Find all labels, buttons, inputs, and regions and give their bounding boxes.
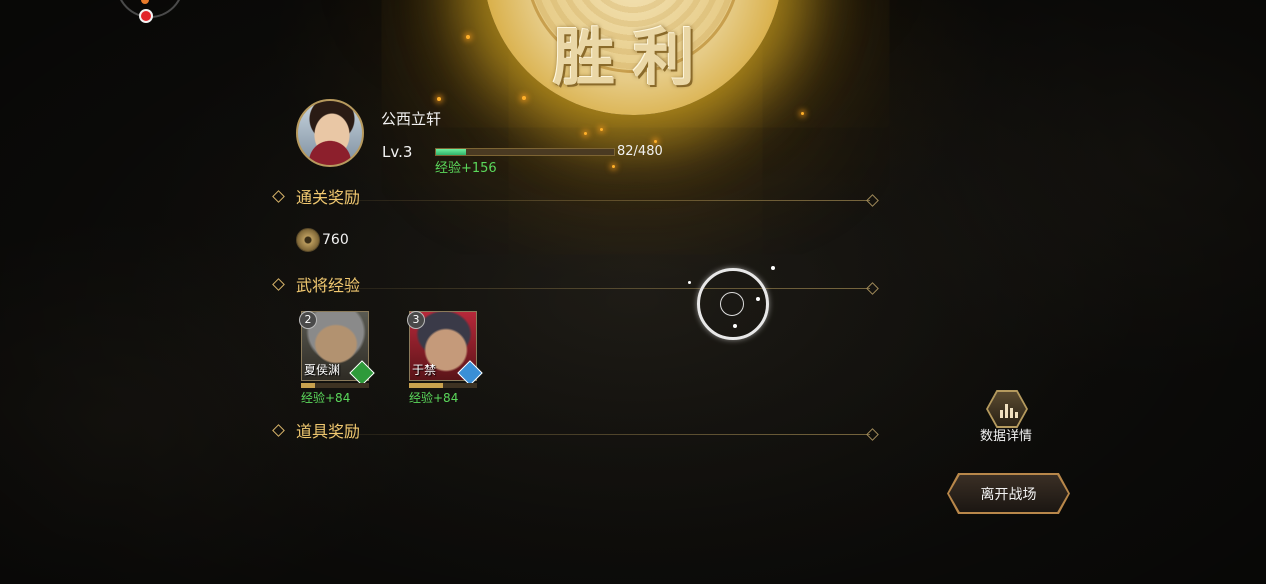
ring-sparkle: [756, 297, 760, 301]
hero-name: 夏侯渊: [304, 363, 341, 377]
hero-exp-gain: 经验+84: [301, 391, 351, 405]
hero-exp-bar: [409, 383, 477, 388]
player-name: 公西立轩: [381, 110, 442, 128]
section-divider: [296, 434, 870, 435]
data-detail-label[interactable]: 数据详情: [980, 425, 1032, 444]
hero-exp-fill: [409, 383, 443, 388]
spark: [801, 112, 804, 115]
hero-exp-fill: [301, 383, 315, 388]
section-title: 武将经验: [296, 276, 361, 295]
hero-exp-gain: 经验+84: [409, 391, 459, 405]
spark: [600, 128, 603, 131]
coin-reward-value: 760: [322, 232, 349, 248]
spark: [584, 132, 587, 135]
ring-sparkle: [771, 266, 775, 270]
player-exp-fill: [436, 149, 467, 155]
spark: [522, 96, 526, 100]
player-avatar: [296, 99, 364, 167]
hero-name: 于禁: [412, 363, 437, 377]
section-divider: [296, 200, 870, 201]
copper-coin-icon: [296, 228, 320, 252]
section-title: 通关奖励: [296, 188, 361, 207]
spark: [466, 35, 470, 39]
spark: [612, 165, 615, 168]
player-level: Lv.3: [382, 143, 413, 161]
ring-sparkle: [733, 324, 737, 328]
section-title: 道具奖励: [296, 422, 361, 441]
spark: [437, 97, 441, 101]
notification-dot: [139, 9, 153, 23]
leave-battle-label: 离开战场: [980, 487, 1037, 503]
player-exp-text: 82/480: [617, 144, 663, 159]
hero-rank-badge: 2: [299, 311, 317, 329]
player-exp-gain: 经验+156: [435, 161, 497, 176]
spark: [654, 140, 657, 143]
player-exp-bar: [435, 148, 615, 156]
ring-center-icon: [720, 292, 744, 316]
hero-rank-badge: 3: [407, 311, 425, 329]
victory-title: 胜利: [552, 21, 713, 94]
leave-battle-button[interactable]: 离开战场: [947, 473, 1070, 514]
hero-exp-bar: [301, 383, 369, 388]
section-divider: [296, 288, 870, 289]
ring-sparkle: [688, 281, 691, 284]
